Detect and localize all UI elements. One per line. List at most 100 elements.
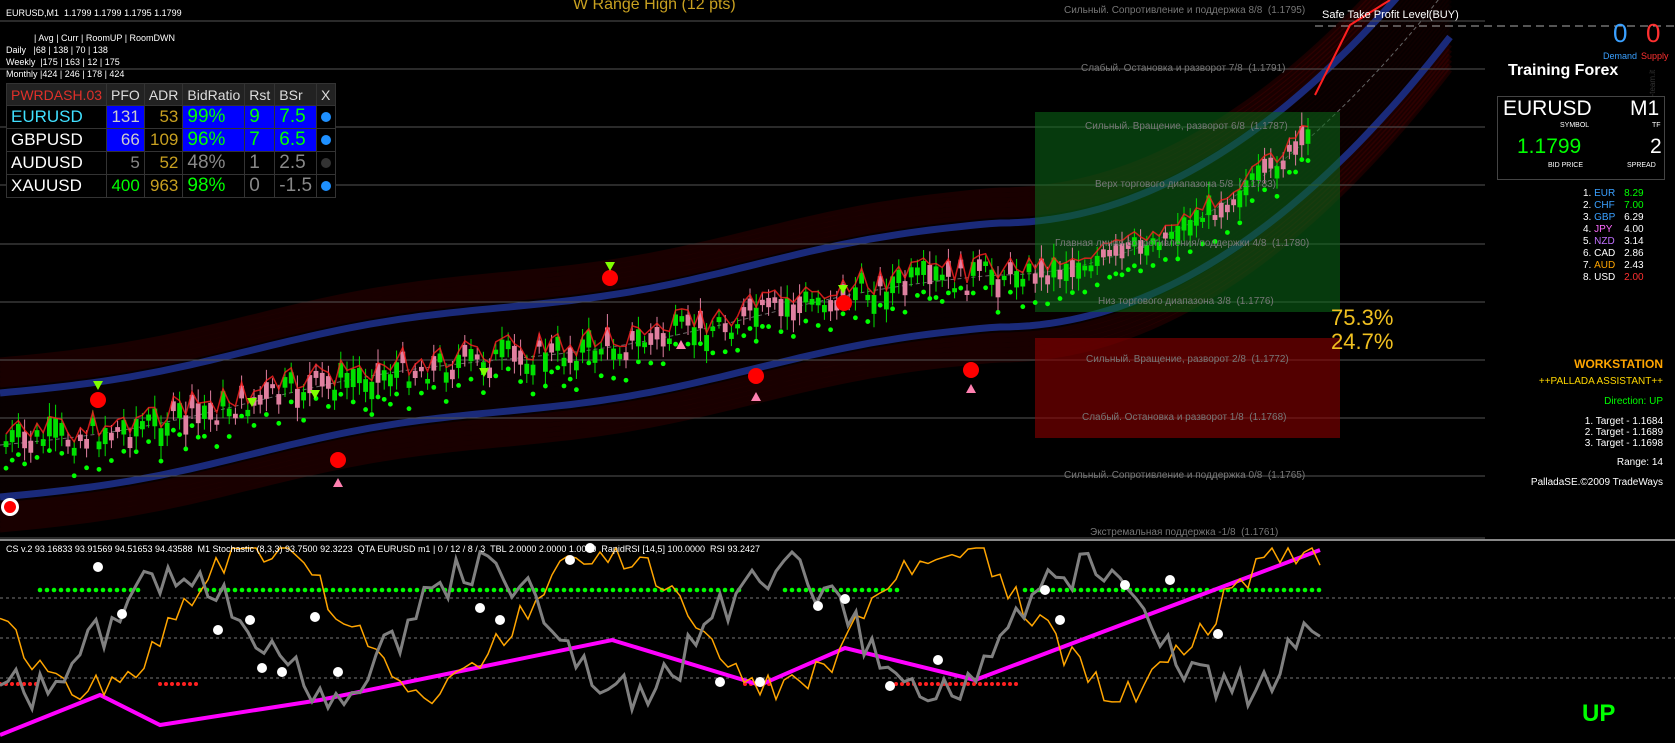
trend-dot bbox=[338, 391, 344, 397]
candle bbox=[964, 290, 970, 295]
candle bbox=[871, 294, 877, 314]
trend-dot bbox=[946, 290, 951, 296]
trend-dot bbox=[251, 423, 257, 428]
trend-dot bbox=[1305, 158, 1311, 163]
dashboard-row-gbpusd[interactable]: GBPUSD 66 109 96% 7 6.5 bbox=[5, 128, 337, 152]
trend-dot bbox=[530, 391, 536, 397]
signal-dot bbox=[1239, 587, 1245, 593]
murrey-level-5: Верх торгового диапазона 5/8 (1.1783) bbox=[1095, 179, 1277, 190]
dashboard-row-xauusd[interactable]: XAUUSD 400 963 98% 0 -1.5 bbox=[5, 174, 337, 198]
rank: 4. bbox=[1583, 224, 1595, 235]
trend-dot bbox=[177, 432, 183, 438]
candle bbox=[815, 297, 821, 306]
signal-dot bbox=[1295, 587, 1301, 593]
candle bbox=[102, 427, 108, 445]
row-rst: 0 bbox=[244, 174, 276, 198]
trend-dot bbox=[660, 361, 666, 367]
signal-dot bbox=[526, 587, 532, 593]
trend-dot bbox=[1008, 289, 1013, 295]
row-symbol[interactable]: EURUSD bbox=[5, 105, 108, 129]
status-dot-icon bbox=[321, 135, 332, 145]
signal-dot bbox=[1078, 587, 1084, 593]
row-status bbox=[316, 128, 337, 152]
trend-dot bbox=[146, 439, 152, 444]
candle bbox=[1256, 165, 1261, 181]
row-pfo: 66 bbox=[106, 128, 145, 152]
signal-dot bbox=[28, 682, 32, 686]
rsi-extreme-dot bbox=[1165, 575, 1175, 585]
currency-strength-item: 7. AUD 2.43 bbox=[1583, 260, 1644, 272]
trend-dot bbox=[1082, 289, 1088, 295]
candle bbox=[344, 372, 350, 388]
signal-dot bbox=[859, 587, 865, 593]
signal-dot bbox=[1274, 587, 1280, 593]
col-x[interactable]: X bbox=[316, 83, 337, 106]
trend-dot bbox=[431, 384, 437, 390]
mt4-chart-window[interactable]: EURUSD,M1 1.1799 1.1799 1.1795 1.1799 W … bbox=[0, 0, 1675, 738]
candle bbox=[1107, 249, 1112, 257]
candle bbox=[797, 296, 802, 314]
signal-dot bbox=[1183, 587, 1189, 593]
signal-dot bbox=[1267, 587, 1273, 593]
signal-dot bbox=[1253, 587, 1259, 593]
trend-dot bbox=[567, 376, 573, 382]
murrey-level-4: Главная линия сопротивления/поддержки 4/… bbox=[1055, 238, 1310, 249]
signal-dot bbox=[838, 587, 844, 593]
signal-dot bbox=[687, 587, 693, 593]
row-bidratio: 99% bbox=[182, 105, 246, 129]
signal-dot bbox=[1085, 587, 1091, 593]
row-symbol[interactable]: GBPUSD bbox=[5, 128, 108, 152]
candle bbox=[22, 431, 27, 449]
supply-label: Supply bbox=[1641, 51, 1669, 61]
trend-dot bbox=[326, 404, 331, 409]
candle bbox=[648, 333, 654, 345]
rsi-extreme-dot bbox=[333, 667, 343, 677]
signal-dot bbox=[866, 587, 872, 593]
target-2: 2. Target - 1.1689 bbox=[1584, 427, 1663, 438]
candle bbox=[1194, 210, 1199, 226]
currency-strength-item: 3. GBP 6.29 bbox=[1583, 212, 1644, 224]
trend-dot bbox=[133, 449, 139, 455]
row-bsr: 7.5 bbox=[274, 105, 318, 129]
candle bbox=[617, 353, 623, 360]
candle bbox=[1287, 144, 1292, 152]
trend-dot bbox=[1287, 169, 1292, 175]
signal-dot bbox=[996, 682, 1000, 686]
signal-dot bbox=[93, 587, 99, 593]
trend-dot bbox=[301, 417, 306, 423]
candle bbox=[493, 349, 499, 355]
candle bbox=[896, 269, 902, 284]
trend-dot bbox=[443, 399, 449, 404]
trend-dot bbox=[288, 399, 294, 405]
row-symbol[interactable]: AUDUSD bbox=[5, 151, 108, 175]
row-rst: 7 bbox=[244, 128, 276, 152]
row-symbol[interactable]: XAUUSD bbox=[5, 174, 108, 198]
candle bbox=[1200, 217, 1205, 222]
signal-dot bbox=[176, 682, 180, 686]
signal-dot bbox=[337, 587, 343, 593]
trend-dot bbox=[468, 376, 474, 382]
candle bbox=[636, 329, 641, 347]
candle bbox=[803, 291, 809, 303]
dashboard-row-audusd[interactable]: AUDUSD 5 52 48% 1 2.5 bbox=[5, 151, 337, 175]
trend-dot bbox=[1094, 282, 1100, 288]
trend-dot bbox=[350, 399, 356, 405]
candle bbox=[1101, 249, 1106, 258]
signal-dot bbox=[1014, 682, 1018, 686]
signal-dot bbox=[1113, 587, 1119, 593]
candle bbox=[902, 281, 908, 296]
candle bbox=[753, 307, 759, 327]
candle bbox=[611, 348, 616, 360]
candle bbox=[1032, 273, 1038, 284]
rsi-extreme-dot bbox=[277, 667, 287, 677]
candle bbox=[357, 367, 362, 384]
dashboard-row-eurusd[interactable]: EURUSD 131 53 99% 9 7.5 bbox=[5, 105, 337, 129]
currency-code: JPY bbox=[1594, 224, 1613, 235]
trend-dot bbox=[685, 341, 691, 347]
signal-dot bbox=[845, 587, 851, 593]
trend-dot bbox=[239, 413, 245, 419]
trend-dot bbox=[1045, 301, 1050, 307]
candle bbox=[1280, 160, 1286, 170]
signal-dot bbox=[918, 682, 922, 686]
signal-dot bbox=[547, 587, 553, 593]
